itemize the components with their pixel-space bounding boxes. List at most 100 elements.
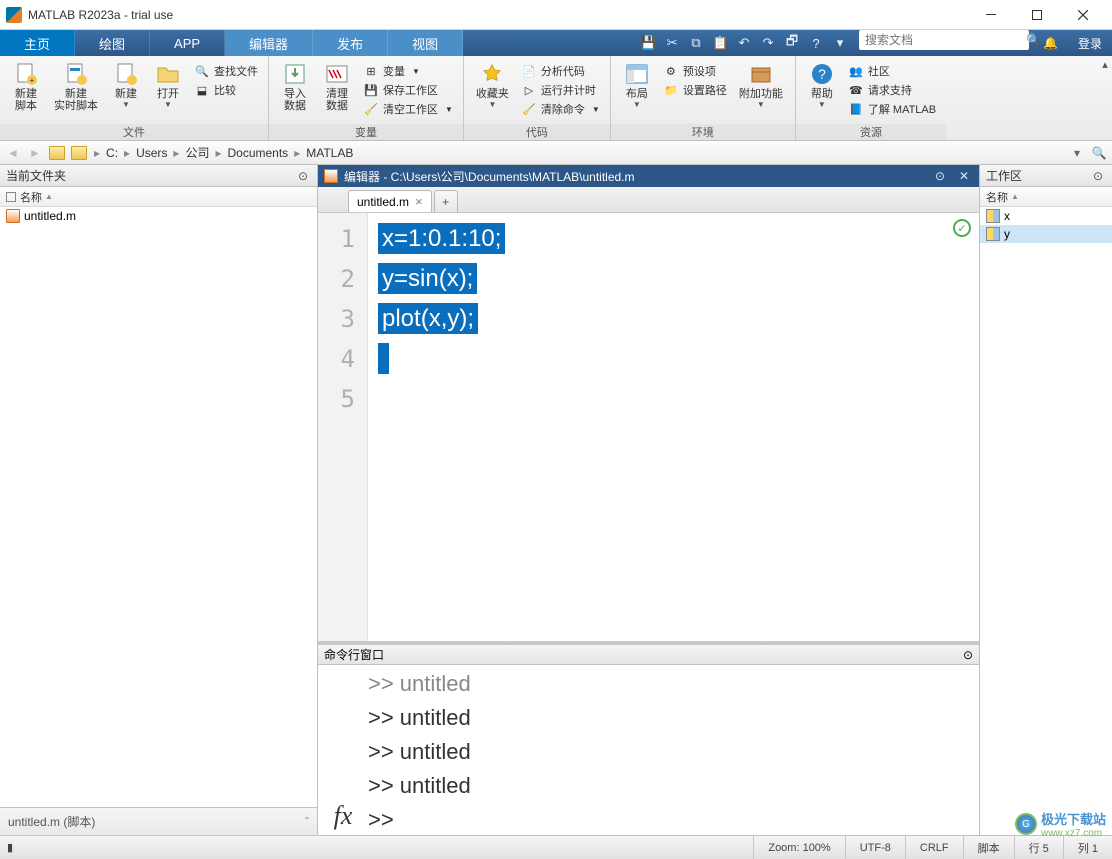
file-tab[interactable]: untitled.m × [348,190,432,212]
analyze-code-button[interactable]: 📄分析代码 [517,62,604,80]
help-qat-icon[interactable]: ? [807,34,825,52]
addons-button[interactable]: 附加功能 ▼ [733,60,789,111]
new-live-script-button[interactable]: 新建 实时脚本 [48,60,104,114]
clean-data-button[interactable]: 清理 数据 [317,60,357,114]
chevron-down-icon[interactable]: ▾ [831,34,849,52]
command-menu-button[interactable]: ⊙ [963,648,973,662]
tab-publish[interactable]: 发布 [313,30,388,56]
code-area[interactable]: x=1:0.1:10; y=sin(x); plot(x,y); [368,213,979,641]
workspace-menu-button[interactable]: ⊙ [1090,168,1106,184]
close-button[interactable] [1060,0,1106,30]
clean-data-icon [325,62,349,86]
workspace-panel: 工作区 ⊙ 名称 ▲ x y [980,165,1112,835]
analyze-code-icon: 📄 [521,63,537,79]
panel-menu-button[interactable]: ⊙ [295,168,311,184]
set-path-icon: 📁 [663,82,679,98]
file-list: untitled.m [0,207,317,807]
redo-qat-icon[interactable]: ↷ [759,34,777,52]
nav-up-button[interactable] [48,144,66,162]
compare-button[interactable]: ⬓比较 [190,81,262,99]
set-path-button[interactable]: 📁设置路径 [659,81,731,99]
breadcrumb[interactable]: Users [136,146,167,160]
workspace-variable[interactable]: y [980,225,1112,243]
editor-body[interactable]: 12345 x=1:0.1:10; y=sin(x); plot(x,y); ✓ [318,213,979,641]
ribbon-group-file: + 新建 脚本 新建 实时脚本 新建 ▼ 打开 ▼ 🔍查找文件 ⬓比较 [0,56,269,140]
editor-titlebar: 编辑器 - C:\Users\公司\Documents\MATLAB\untit… [318,165,979,187]
close-tab-button[interactable]: × [415,194,423,209]
ribbon-group-resources: ? 帮助 ▼ 👥社区 ☎请求支持 📘了解 MATLAB 资源 [796,56,946,140]
breadcrumb[interactable]: MATLAB [306,146,353,160]
tab-apps[interactable]: APP [150,30,225,56]
code-status-ok-icon: ✓ [953,219,971,237]
workspace-header[interactable]: 名称 ▲ [980,187,1112,207]
breadcrumb[interactable]: Documents [227,146,288,160]
address-search-button[interactable]: 🔍 [1090,144,1108,162]
community-button[interactable]: 👥社区 [844,62,940,80]
tab-view[interactable]: 视图 [388,30,463,56]
chevron-down-icon: ▼ [633,100,641,109]
preferences-button[interactable]: ⚙预设项 [659,62,731,80]
breadcrumb[interactable]: 公司 [185,144,209,161]
chevron-down-icon: ▼ [757,100,765,109]
paste-qat-icon[interactable]: 📋 [711,34,729,52]
tab-plots[interactable]: 绘图 [75,30,150,56]
details-expand-button[interactable]: ˆ [305,815,309,829]
status-zoom[interactable]: Zoom: 100% [753,836,844,859]
status-eol[interactable]: CRLF [905,836,963,859]
svg-text:?: ? [818,66,826,82]
save-workspace-button[interactable]: 💾保存工作区 [359,81,457,99]
file-row[interactable]: untitled.m [0,207,317,225]
editor-close-button[interactable]: ✕ [955,169,973,183]
maximize-button[interactable] [1014,0,1060,30]
favorites-button[interactable]: 收藏夹 ▼ [470,60,515,111]
breadcrumb[interactable]: C: [106,146,118,160]
cut-qat-icon[interactable]: ✂ [663,34,681,52]
nav-browse-button[interactable] [70,144,88,162]
editor-file-tabs: untitled.m × + [318,187,979,213]
request-support-button[interactable]: ☎请求支持 [844,81,940,99]
notifications-button[interactable]: 🔔 [1033,30,1068,56]
command-text[interactable]: >> untitled >> untitled >> untitled >> u… [368,665,979,835]
help-button[interactable]: ? 帮助 ▼ [802,60,842,111]
chevron-down-icon: ▼ [488,100,496,109]
command-window[interactable]: fx >> untitled >> untitled >> untitled >… [318,665,979,835]
clear-workspace-button[interactable]: 🧹清空工作区▼ [359,100,457,118]
run-and-time-button[interactable]: ▷运行并计时 [517,81,604,99]
layout-button[interactable]: 布局 ▼ [617,60,657,111]
tab-editor[interactable]: 编辑器 [225,30,313,56]
editor-menu-button[interactable]: ⊙ [931,169,949,183]
nav-back-button[interactable]: ◄ [4,144,22,162]
titlebar: MATLAB R2023a - trial use [0,0,1112,30]
status-mode: 脚本 [963,836,1014,859]
import-data-button[interactable]: 导入 数据 [275,60,315,114]
collapse-ribbon-button[interactable]: ▴ [1098,56,1112,140]
search-input[interactable] [859,33,1026,47]
new-tab-button[interactable]: + [434,190,458,212]
open-button[interactable]: 打开 ▼ [148,60,188,111]
chevron-down-icon: ▼ [122,100,130,109]
copy-qat-icon[interactable]: ⧉ [687,34,705,52]
new-button[interactable]: 新建 ▼ [106,60,146,111]
find-files-icon: 🔍 [194,63,210,79]
new-script-button[interactable]: + 新建 脚本 [6,60,46,114]
workspace-variable[interactable]: x [980,207,1112,225]
learn-matlab-button[interactable]: 📘了解 MATLAB [844,100,940,118]
status-encoding[interactable]: UTF-8 [845,836,905,859]
fx-icon[interactable]: fx [334,801,353,831]
nav-forward-button[interactable]: ► [26,144,44,162]
clear-commands-button[interactable]: 🧹清除命令▼ [517,100,604,118]
save-qat-icon[interactable]: 💾 [639,34,657,52]
address-dropdown-button[interactable]: ▾ [1068,144,1086,162]
switch-qat-icon[interactable]: 🗗 [783,34,801,52]
find-files-button[interactable]: 🔍查找文件 [190,62,262,80]
undo-qat-icon[interactable]: ↶ [735,34,753,52]
minimize-button[interactable] [968,0,1014,30]
new-variable-button[interactable]: ⊞变量▼ [359,62,457,80]
search-documentation[interactable]: 🔍 [859,30,1029,50]
compare-icon: ⬓ [194,82,210,98]
tab-home[interactable]: 主页 [0,30,75,56]
community-icon: 👥 [848,63,864,79]
login-button[interactable]: 登录 [1068,30,1112,56]
current-folder-header[interactable]: 名称 ▲ [0,187,317,207]
clear-commands-icon: 🧹 [521,101,537,117]
